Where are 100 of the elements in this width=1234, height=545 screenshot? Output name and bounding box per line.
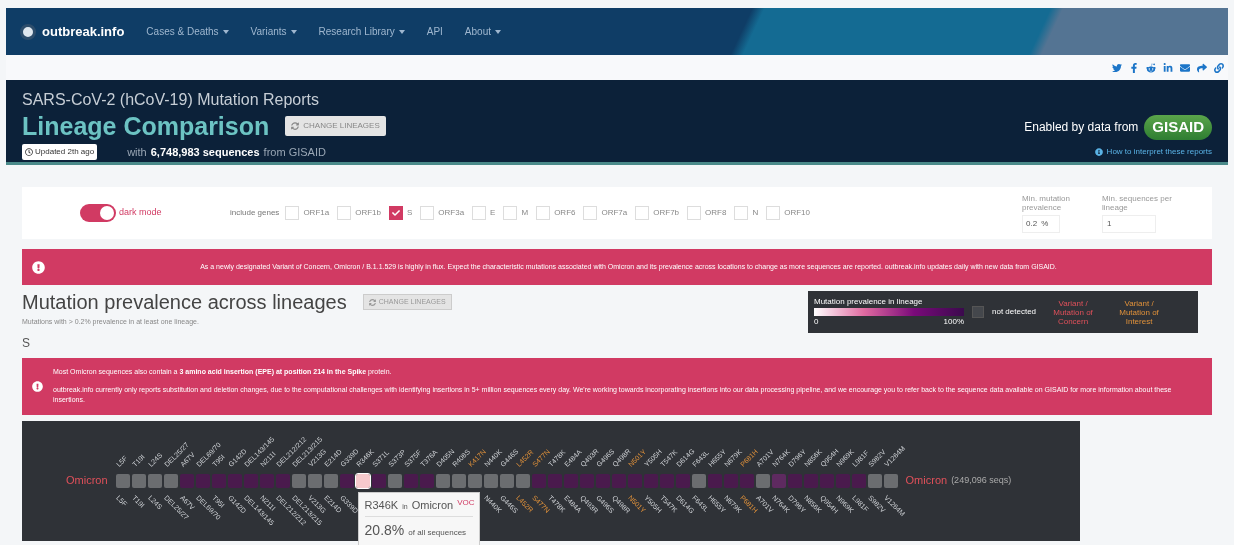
field-label: Min. sequences per lineage: [1102, 193, 1172, 212]
check-icon: [391, 209, 400, 217]
nav-link[interactable]: Cases & Deaths: [146, 24, 229, 39]
globe-logo-icon: [20, 23, 36, 40]
help-link[interactable]: How to interpret these reports: [1094, 145, 1212, 158]
heatmap-cell[interactable]: [867, 473, 882, 488]
heatmap-cell[interactable]: [659, 473, 674, 488]
share-icon[interactable]: [1197, 62, 1207, 73]
not-detected-swatch: [972, 306, 984, 318]
gene-label: M: [521, 207, 529, 219]
heatmap-cell[interactable]: [499, 473, 514, 488]
heatmap-cell[interactable]: [803, 473, 818, 488]
heatmap-cell[interactable]: [563, 473, 578, 488]
heatmap-cell[interactable]: [627, 473, 642, 488]
report-subtitle: SARS-CoV-2 (hCoV-19) Mutation Reports: [22, 90, 320, 110]
heatmap-cell[interactable]: [547, 473, 562, 488]
heatmap-cell[interactable]: [771, 473, 786, 488]
heatmap-cell[interactable]: [163, 473, 178, 488]
heatmap-cell[interactable]: [691, 473, 706, 488]
caret-icon: [222, 29, 229, 34]
heatmap-cell[interactable]: [675, 473, 690, 488]
gene-label: ORF3a: [438, 207, 465, 219]
not-detected-label: not detected: [992, 306, 1037, 318]
caret-icon: [290, 29, 297, 34]
gene-heading: S: [22, 334, 31, 352]
linkedin-icon[interactable]: [1163, 62, 1173, 73]
heatmap-cell[interactable]: [531, 473, 546, 488]
facebook-icon[interactable]: [1129, 62, 1139, 73]
gene-label: ORF10: [784, 207, 810, 219]
heatmap-cell[interactable]: [275, 473, 290, 488]
heatmap-cell[interactable]: [291, 473, 306, 488]
twitter-icon[interactable]: [1112, 62, 1122, 73]
caret-icon: [398, 29, 405, 34]
gisaid-logo[interactable]: GISAID: [1144, 115, 1212, 140]
prevalence-input[interactable]: 0.2 %: [1022, 214, 1060, 233]
heatmap-cell[interactable]: [819, 473, 834, 488]
gene-label: ORF6: [554, 207, 576, 219]
heatmap-cell[interactable]: [643, 473, 658, 488]
alert-icon: [32, 380, 43, 392]
heatmap-cell[interactable]: [579, 473, 594, 488]
concern-label: Variant / Mutation of Concern: [1052, 298, 1094, 326]
voc-label: VOC: [457, 496, 475, 509]
heatmap-cell[interactable]: [227, 473, 242, 488]
heatmap-cell[interactable]: [403, 473, 418, 488]
email-icon[interactable]: [1180, 62, 1190, 73]
heatmap-cell[interactable]: [179, 473, 194, 488]
lineage-label: Omicron: [905, 473, 948, 489]
gene-checkbox[interactable]: [388, 206, 403, 220]
heatmap-cell[interactable]: [131, 473, 146, 488]
sequence-count: (249,096 seqs): [951, 473, 1012, 487]
link-icon[interactable]: [1214, 62, 1224, 73]
heatmap-cell[interactable]: [307, 473, 322, 488]
refresh-icon: [368, 298, 376, 306]
heatmap-cell[interactable]: [451, 473, 466, 488]
heatmap-cell[interactable]: [515, 473, 530, 488]
brand-link[interactable]: outbreak.info: [42, 21, 125, 42]
gene-label: N: [752, 207, 759, 219]
nav-link[interactable]: API: [426, 24, 443, 39]
heatmap-cell[interactable]: [739, 473, 754, 488]
tooltip-mutation: R346K: [364, 497, 399, 513]
updated-badge: Updated 2th ago: [22, 144, 98, 161]
heatmap-cell[interactable]: [595, 473, 610, 488]
unit-label: %: [1041, 217, 1049, 230]
gradient-min: 0: [814, 316, 819, 328]
heatmap-cell[interactable]: [611, 473, 626, 488]
heatmap-cell[interactable]: [707, 473, 722, 488]
nav-link[interactable]: Variants: [250, 24, 297, 39]
gene-label: ORF7a: [601, 207, 628, 219]
heatmap-cell[interactable]: [243, 473, 258, 488]
heatmap-cell[interactable]: [723, 473, 738, 488]
field-label: Min. mutation prevalence: [1022, 193, 1072, 212]
heatmap-cell[interactable]: [851, 473, 866, 488]
heatmap-cell[interactable]: [883, 473, 898, 488]
gradient-max: 100%: [943, 316, 964, 328]
reddit-icon[interactable]: [1146, 62, 1156, 73]
heatmap-cell[interactable]: [371, 473, 386, 488]
heatmap-cell[interactable]: [323, 473, 338, 488]
heatmap-cell[interactable]: [435, 473, 450, 488]
heatmap-cell[interactable]: [355, 473, 370, 488]
heatmap-cell[interactable]: [195, 473, 210, 488]
sequences-input[interactable]: 1: [1102, 214, 1156, 233]
dark-mode-toggle[interactable]: [80, 204, 116, 222]
change-lineages-button[interactable]: CHANGE LINEAGES: [285, 116, 386, 136]
heatmap-cell[interactable]: [467, 473, 482, 488]
heatmap-cell[interactable]: [419, 473, 434, 488]
heatmap-cell[interactable]: [755, 473, 770, 488]
genes-label: include genes: [230, 207, 280, 219]
heatmap-cell[interactable]: [115, 473, 130, 488]
heatmap-cell[interactable]: [835, 473, 850, 488]
heatmap-cell[interactable]: [787, 473, 802, 488]
count-suffix: from GISAID: [263, 145, 326, 160]
heatmap-cell[interactable]: [211, 473, 226, 488]
heatmap-cell[interactable]: [147, 473, 162, 488]
nav-link[interactable]: About: [464, 24, 501, 39]
heatmap-cell[interactable]: [259, 473, 274, 488]
heatmap-cell[interactable]: [387, 473, 402, 488]
heatmap-cell[interactable]: [339, 473, 354, 488]
nav-link[interactable]: Research Library: [318, 24, 405, 39]
heatmap-cell[interactable]: [483, 473, 498, 488]
sequence-count: 6,748,983 sequences: [150, 145, 260, 160]
